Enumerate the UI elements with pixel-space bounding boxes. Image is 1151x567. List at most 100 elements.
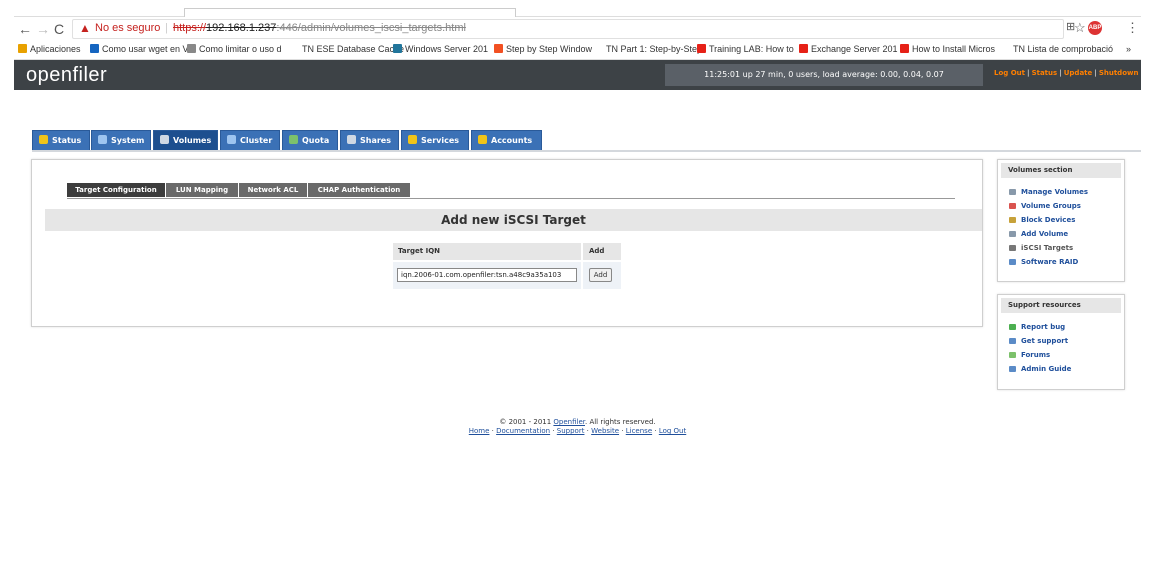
subtab-lun-mapping[interactable]: LUN Mapping (166, 183, 239, 197)
bookmark-item[interactable]: Windows Server 201 (393, 44, 488, 54)
address-bar-row: ← → C ▲ No es seguro | https://192.168.1… (14, 17, 1141, 41)
sidebar-item-block-devices[interactable]: Block Devices (998, 213, 1124, 227)
sidebar-item-add-volume[interactable]: Add Volume (998, 227, 1124, 241)
top-links: Log Out | Status | Update | Shutdown (994, 69, 1139, 77)
browser-tab[interactable] (184, 8, 516, 17)
more-bookmarks-icon[interactable]: » (1126, 44, 1131, 54)
bookmark-favicon-icon (1001, 44, 1010, 53)
footer-license-link[interactable]: License (626, 427, 652, 435)
browser-window: ← → C ▲ No es seguro | https://192.168.1… (14, 8, 1141, 538)
logout-link[interactable]: Log Out (994, 69, 1025, 77)
system-icon (98, 135, 107, 144)
sidebar-item-report-bug[interactable]: Report bug (998, 320, 1124, 334)
adblock-icon[interactable]: ABP (1088, 21, 1102, 35)
volumes-section-box: Volumes section Manage Volumes Volume Gr… (997, 159, 1125, 282)
subtab-target-configuration[interactable]: Target Configuration (67, 183, 166, 197)
cluster-icon (227, 135, 236, 144)
sidebar-item-volume-groups[interactable]: Volume Groups (998, 199, 1124, 213)
add-target-button[interactable]: Add (589, 268, 612, 282)
bookmark-star-icon[interactable]: ☆ (1074, 20, 1086, 36)
manage-volumes-icon (1009, 189, 1016, 195)
subtab-network-acl[interactable]: Network ACL (239, 183, 308, 197)
bookmark-item[interactable]: Exchange Server 201 (799, 44, 898, 54)
add-header: Add (583, 243, 621, 260)
get-support-icon (1009, 338, 1016, 344)
bookmark-favicon-icon (18, 44, 27, 53)
footer-support-link[interactable]: Support (557, 427, 585, 435)
tab-shares[interactable]: Shares (340, 130, 399, 150)
back-icon[interactable]: ← (18, 21, 32, 37)
bookmark-item[interactable]: Step by Step Window (494, 44, 592, 54)
bookmark-favicon-icon (697, 44, 706, 53)
bookmark-item[interactable]: Como limitar o uso d (187, 44, 282, 54)
target-iqn-cell: iqn.2006-01.com.openfiler:tsn.a48c9a35a1… (393, 262, 581, 289)
update-link[interactable]: Update (1064, 69, 1093, 77)
report-bug-icon (1009, 324, 1016, 330)
tab-system[interactable]: System (91, 130, 151, 150)
footer-home-link[interactable]: Home (469, 427, 490, 435)
add-cell: Add (583, 262, 621, 289)
bookmark-item[interactable]: TN Lista de comprobació (1001, 44, 1113, 54)
page-footer: © 2001 - 2011 Openfiler. All rights rese… (14, 418, 1141, 436)
tab-services[interactable]: Services (401, 130, 469, 150)
status-icon (39, 135, 48, 144)
forward-icon[interactable]: → (36, 21, 50, 37)
tab-accounts[interactable]: Accounts (471, 130, 542, 150)
reload-icon[interactable]: C (54, 21, 64, 37)
footer-documentation-link[interactable]: Documentation (496, 427, 550, 435)
openfiler-link[interactable]: Openfiler (553, 418, 585, 426)
bookmark-favicon-icon (494, 44, 503, 53)
bookmark-item[interactable]: Como usar wget en V (90, 44, 189, 54)
main-content-panel: Target Configuration LUN Mapping Network… (31, 159, 983, 327)
shares-icon (347, 135, 356, 144)
status-link[interactable]: Status (1032, 69, 1058, 77)
bookmark-item[interactable]: TN Part 1: Step-by-Step (594, 44, 702, 54)
warning-icon: ▲ (79, 21, 91, 35)
bookmark-item[interactable]: How to Install Micros (900, 44, 995, 54)
bookmark-favicon-icon (900, 44, 909, 53)
footer-links: Home · Documentation · Support · Website… (468, 427, 687, 435)
tab-volumes[interactable]: Volumes (153, 130, 218, 150)
support-resources-title: Support resources (1001, 298, 1121, 313)
support-resources-box: Support resources Report bug Get support… (997, 294, 1125, 390)
software-raid-icon (1009, 259, 1016, 265)
url-field[interactable]: ▲ No es seguro | https://192.168.1.237:4… (72, 19, 1064, 39)
section-title: Add new iSCSI Target (441, 213, 586, 227)
bookmarks-bar: Aplicaciones Como usar wget en V Como limi… (14, 41, 1141, 60)
sidebar-item-forums[interactable]: Forums (998, 348, 1124, 362)
block-devices-icon (1009, 217, 1016, 223)
copyright-line: © 2001 - 2011 Openfiler. All rights rese… (499, 418, 656, 426)
openfiler-logo[interactable]: openfiler (26, 64, 107, 87)
shutdown-link[interactable]: Shutdown (1099, 69, 1139, 77)
sidebar-item-iscsi-targets[interactable]: iSCSI Targets (998, 241, 1124, 255)
iscsi-targets-icon (1009, 245, 1016, 251)
menu-icon[interactable]: ⋮ (1126, 20, 1139, 36)
bookmark-favicon-icon (90, 44, 99, 53)
bookmark-item[interactable]: Aplicaciones (18, 44, 81, 54)
target-iqn-header: Target IQN (393, 243, 581, 260)
bookmark-item[interactable]: Training LAB: How to (697, 44, 794, 54)
tab-status[interactable]: Status (32, 130, 90, 150)
sidebar-item-admin-guide[interactable]: Admin Guide (998, 362, 1124, 376)
url-text[interactable]: https://192.168.1.237:446/admin/volumes_… (173, 22, 466, 34)
footer-logout-link[interactable]: Log Out (659, 427, 686, 435)
system-status-bar: 11:25:01 up 27 min, 0 users, load averag… (665, 64, 983, 86)
sidebar-item-software-raid[interactable]: Software RAID (998, 255, 1124, 269)
target-iqn-input[interactable]: iqn.2006-01.com.openfiler:tsn.a48c9a35a1… (397, 268, 577, 282)
security-label[interactable]: No es seguro (95, 22, 160, 34)
browser-tab-strip (14, 8, 1141, 17)
tab-quota[interactable]: Quota (282, 130, 338, 150)
sidebar-item-manage-volumes[interactable]: Manage Volumes (998, 185, 1124, 199)
subtab-chap-authentication[interactable]: CHAP Authentication (308, 183, 411, 197)
sidebar-item-get-support[interactable]: Get support (998, 334, 1124, 348)
bookmark-item[interactable]: TN ESE Database Cache (290, 44, 404, 54)
add-volume-icon (1009, 231, 1016, 237)
add-target-form: Target IQN Add iqn.2006-01.com.openfiler… (393, 243, 621, 290)
tab-divider (32, 150, 1141, 152)
tab-cluster[interactable]: Cluster (220, 130, 280, 150)
footer-website-link[interactable]: Website (591, 427, 619, 435)
section-header: Add new iSCSI Target (45, 209, 982, 231)
bookmark-favicon-icon (799, 44, 808, 53)
url-separator: | (165, 22, 168, 34)
openfiler-header: openfiler 11:25:01 up 27 min, 0 users, l… (14, 60, 1141, 90)
